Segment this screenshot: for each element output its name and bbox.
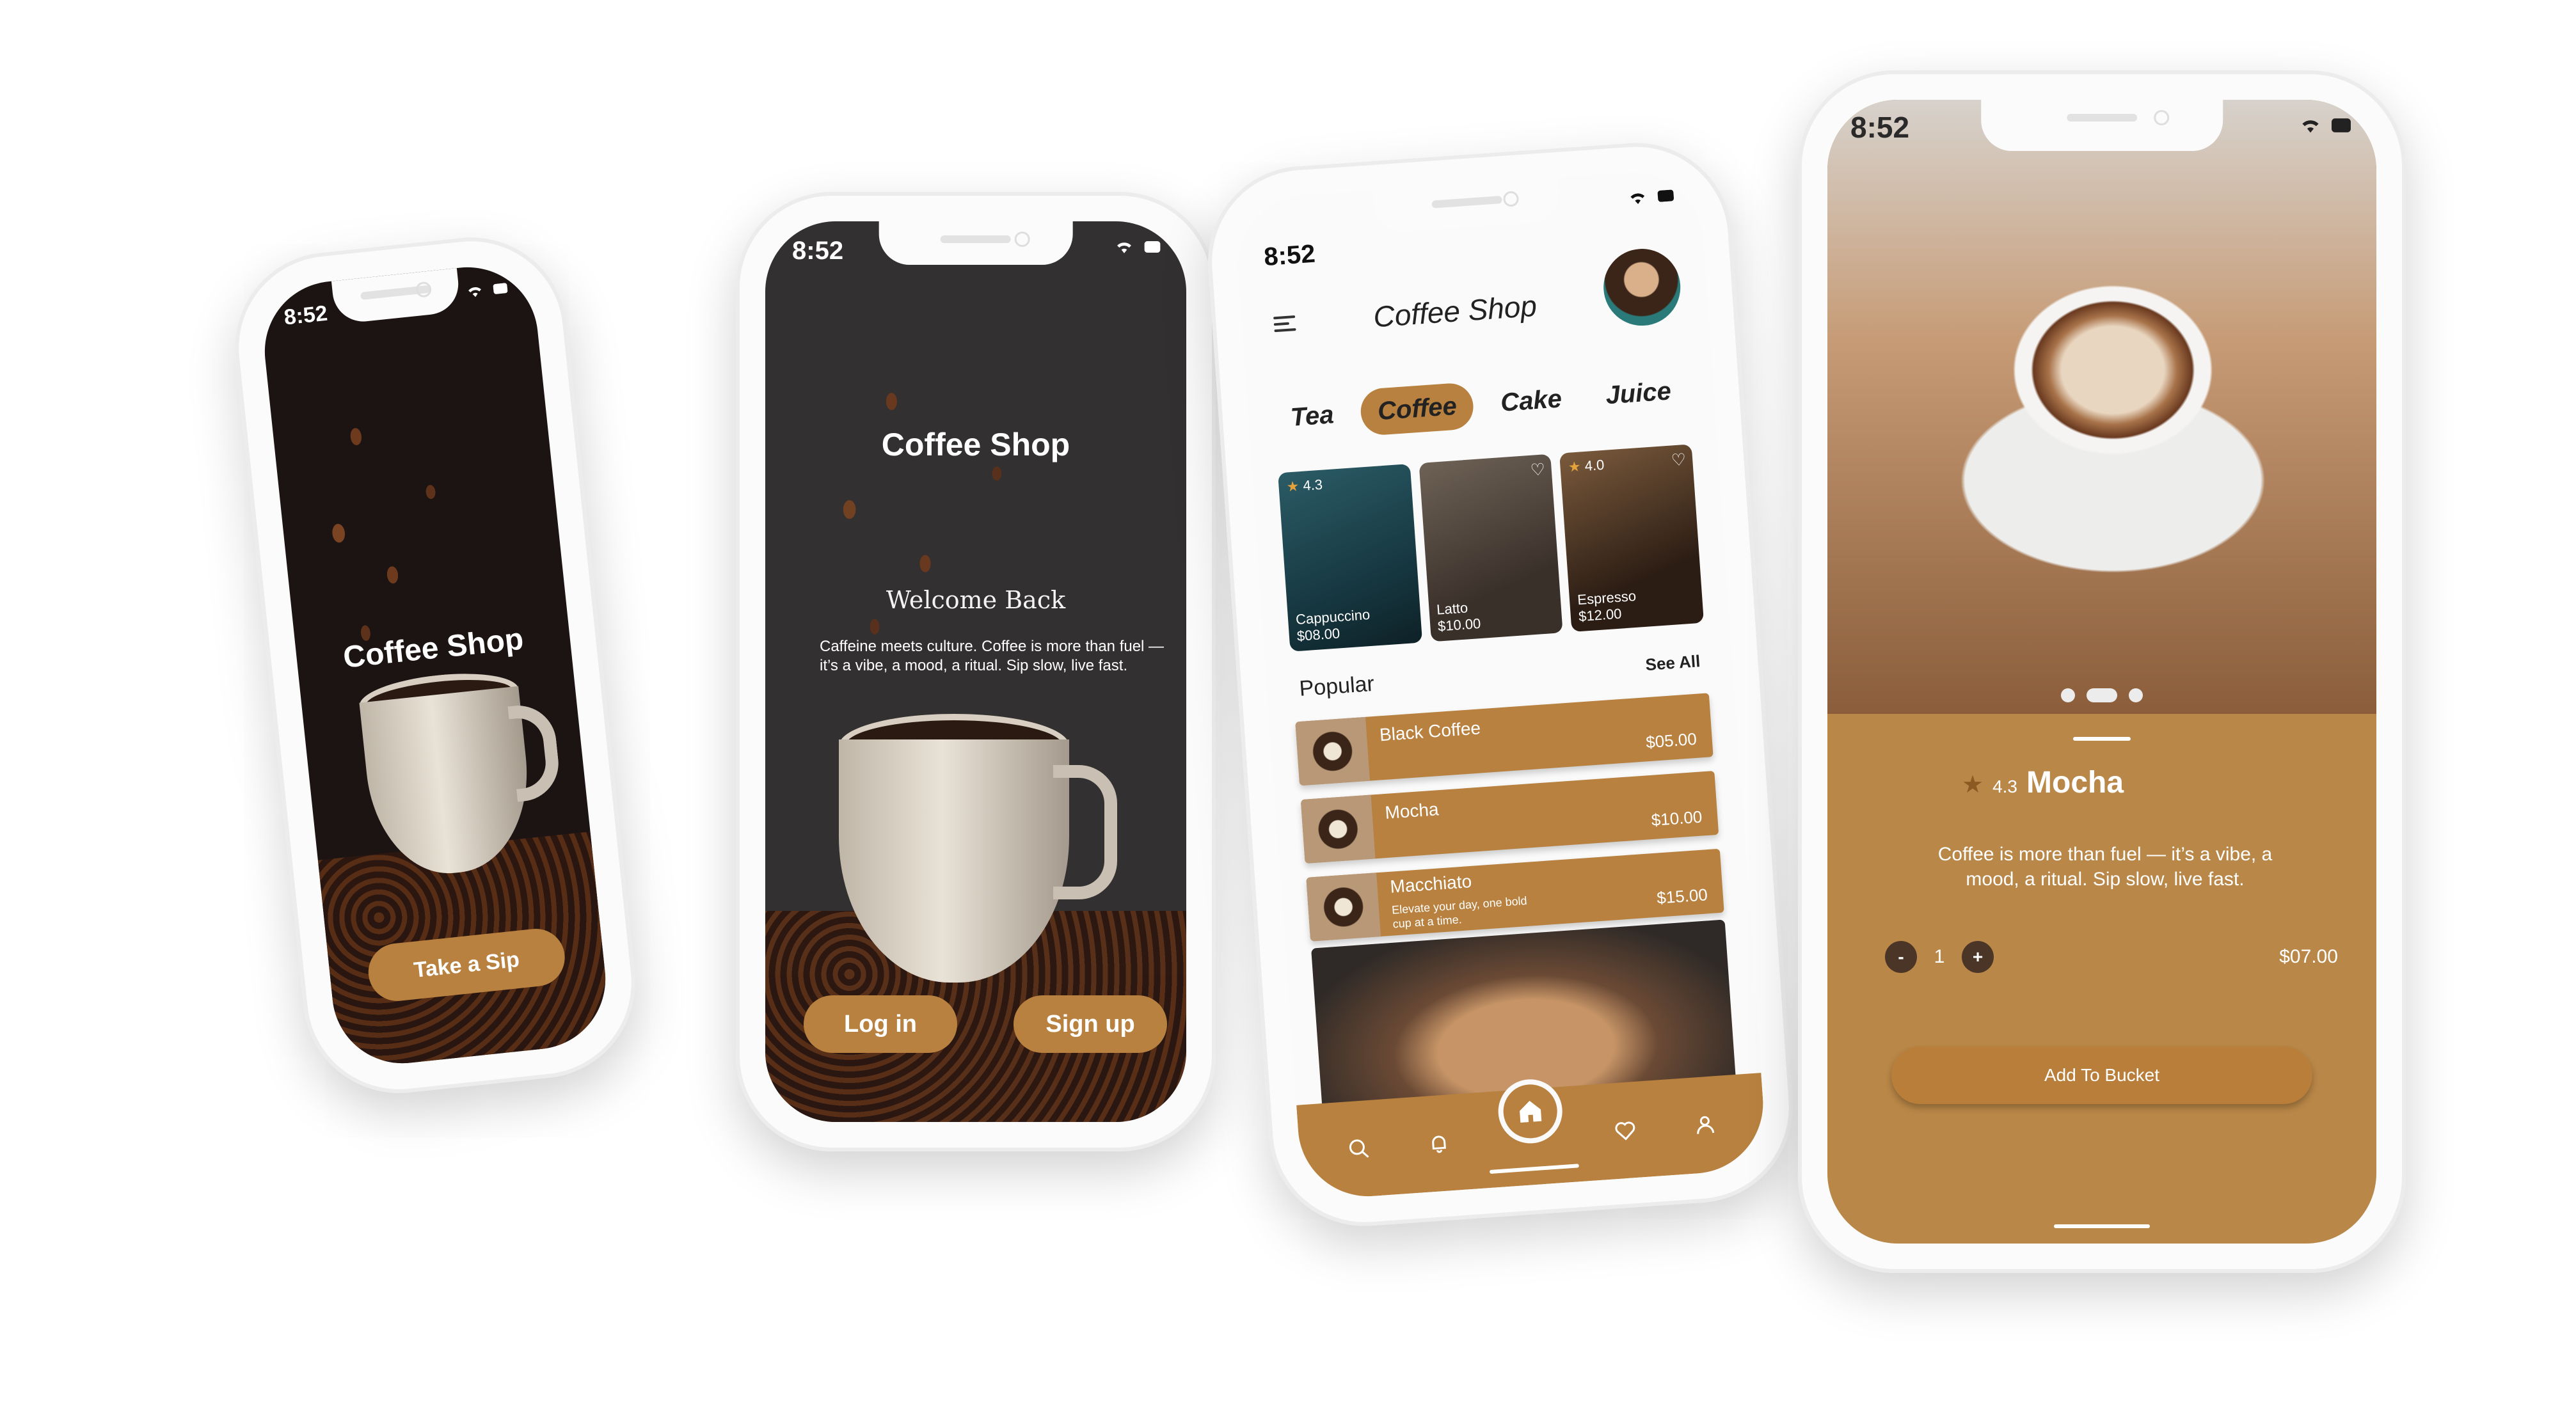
popular-list: Black Coffee $05.00 Mocha $10.00 Macchia…	[1295, 693, 1725, 955]
carousel-dot[interactable]	[2129, 688, 2143, 702]
tab-cake[interactable]: Cake	[1483, 374, 1580, 427]
quantity-stepper: - 1 + $07.00	[1885, 938, 2338, 976]
list-item[interactable]: Black Coffee $05.00	[1295, 693, 1713, 786]
product-price: $07.00	[2279, 946, 2338, 967]
tab-juice[interactable]: Juice	[1587, 367, 1689, 420]
star-icon: ★	[1285, 478, 1300, 495]
heart-icon[interactable]: ♡	[1530, 459, 1546, 480]
product-name: Mocha	[2026, 766, 2124, 800]
status-time: 8:52	[792, 237, 844, 265]
item-thumbnail	[1306, 873, 1381, 942]
sheet-handle[interactable]	[2073, 737, 2131, 741]
battery-icon	[1657, 189, 1674, 202]
phone-welcome: 8:52 Coffee Shop Welcome Back Caffeine m…	[736, 192, 1216, 1151]
product-card[interactable]: ♡ Latto $10.00	[1419, 454, 1563, 642]
phone-detail: 8:52 ★ 4.3 Mocha Coffee is more than fue…	[1798, 70, 2406, 1273]
card-price: $08.00	[1296, 625, 1340, 644]
item-thumbnail	[1295, 716, 1371, 786]
card-name: Espresso	[1577, 587, 1637, 608]
card-name: Latto	[1436, 599, 1468, 618]
product-cards: ★ 4.3 Cappuccino $08.00 ♡ Latto $10.00 ★…	[1278, 444, 1705, 652]
battery-icon	[493, 283, 508, 294]
wifi-icon	[2298, 116, 2323, 134]
detail-rating: 4.3	[1992, 777, 2018, 796]
card-rating: ★ 4.3	[1285, 476, 1323, 495]
card-price: $10.00	[1437, 615, 1482, 635]
notch	[1981, 100, 2223, 151]
product-card[interactable]: ★ 4.0 ♡ Espresso $12.00	[1559, 444, 1705, 632]
increment-button[interactable]: +	[1962, 941, 1994, 973]
status-icons	[2298, 116, 2351, 134]
search-icon[interactable]	[1339, 1128, 1379, 1169]
status-time: 8:52	[282, 301, 329, 330]
star-icon: ★	[1568, 458, 1582, 475]
notch	[879, 221, 1073, 265]
phone-splash: 8:52 Coffee Shop Take a Sip	[225, 228, 645, 1103]
item-thumbnail	[1300, 794, 1376, 864]
wifi-icon	[1626, 189, 1650, 206]
item-price: $10.00	[1650, 807, 1703, 830]
mocha-hero-image	[1827, 100, 2376, 714]
item-name: Mocha	[1384, 799, 1440, 823]
status-icons	[1626, 187, 1674, 206]
login-button[interactable]: Log in	[804, 995, 957, 1053]
menu-icon[interactable]	[1273, 312, 1296, 336]
splash-screen: 8:52 Coffee Shop Take a Sip	[257, 260, 613, 1071]
home-screen: 8:52 Coffee Shop Tea Coffee Cake Juice ★…	[1233, 168, 1768, 1201]
item-name: Macchiato	[1389, 871, 1473, 897]
signup-button[interactable]: Sign up	[1014, 995, 1167, 1053]
status-icons	[1113, 239, 1161, 255]
card-name: Cappuccino	[1295, 606, 1371, 628]
item-price: $05.00	[1645, 729, 1697, 752]
detail-title: ★ 4.3 Mocha	[1962, 765, 2124, 800]
battery-icon	[1144, 241, 1161, 253]
see-all-link[interactable]: See All	[1645, 651, 1701, 675]
list-item[interactable]: Mocha $10.00	[1300, 771, 1719, 864]
avatar[interactable]	[1601, 246, 1683, 329]
status-time: 8:52	[1262, 239, 1316, 272]
item-name: Black Coffee	[1378, 718, 1481, 745]
welcome-body-text: Caffeine meets culture. Coffee is more t…	[820, 638, 1165, 674]
user-icon[interactable]	[1685, 1104, 1726, 1145]
bell-icon[interactable]	[1419, 1123, 1459, 1164]
home-indicator	[2054, 1224, 2150, 1228]
home-title: Coffee Shop	[1372, 288, 1538, 334]
popular-header: Popular See All	[1298, 649, 1701, 702]
heart-icon[interactable]	[1605, 1110, 1646, 1151]
home-indicator	[1489, 1164, 1579, 1174]
notch	[1372, 177, 1562, 234]
add-to-bucket-button[interactable]: Add To Bucket	[1891, 1047, 2312, 1104]
decrement-button[interactable]: -	[1885, 941, 1917, 973]
category-tabs: Tea Coffee Cake Juice	[1272, 361, 1690, 448]
carousel-dot[interactable]	[2061, 688, 2075, 702]
item-price: $15.00	[1656, 885, 1708, 908]
welcome-screen: 8:52 Coffee Shop Welcome Back Caffeine m…	[765, 221, 1186, 1122]
phone-home: 8:52 Coffee Shop Tea Coffee Cake Juice ★…	[1202, 136, 1799, 1233]
quantity-value: 1	[1934, 946, 1945, 967]
wifi-icon	[465, 283, 485, 299]
item-description: Elevate your day, one bold cup at a time…	[1391, 894, 1528, 931]
product-description: Coffee is more than fuel — it’s a vibe, …	[1937, 844, 2273, 890]
welcome-heading: Welcome Back	[886, 586, 1066, 614]
tab-coffee[interactable]: Coffee	[1359, 381, 1475, 436]
detail-screen: 8:52 ★ 4.3 Mocha Coffee is more than fue…	[1827, 100, 2376, 1244]
card-price: $12.00	[1578, 605, 1623, 625]
cup-handle	[1053, 765, 1117, 899]
status-time: 8:52	[1850, 111, 1910, 144]
heart-icon[interactable]: ♡	[1671, 450, 1687, 471]
card-rating: ★ 4.0	[1568, 456, 1605, 475]
tab-tea[interactable]: Tea	[1273, 390, 1352, 442]
wifi-icon	[1113, 239, 1135, 255]
carousel-dots	[2061, 688, 2143, 702]
battery-icon	[2332, 118, 2351, 132]
popular-title: Popular	[1298, 671, 1375, 701]
welcome-app-title: Coffee Shop	[881, 427, 1070, 462]
product-card[interactable]: ★ 4.3 Cappuccino $08.00	[1278, 464, 1422, 652]
star-icon: ★	[1962, 771, 1984, 798]
carousel-dot-active[interactable]	[2087, 688, 2117, 702]
home-topbar: Coffee Shop	[1264, 246, 1683, 365]
